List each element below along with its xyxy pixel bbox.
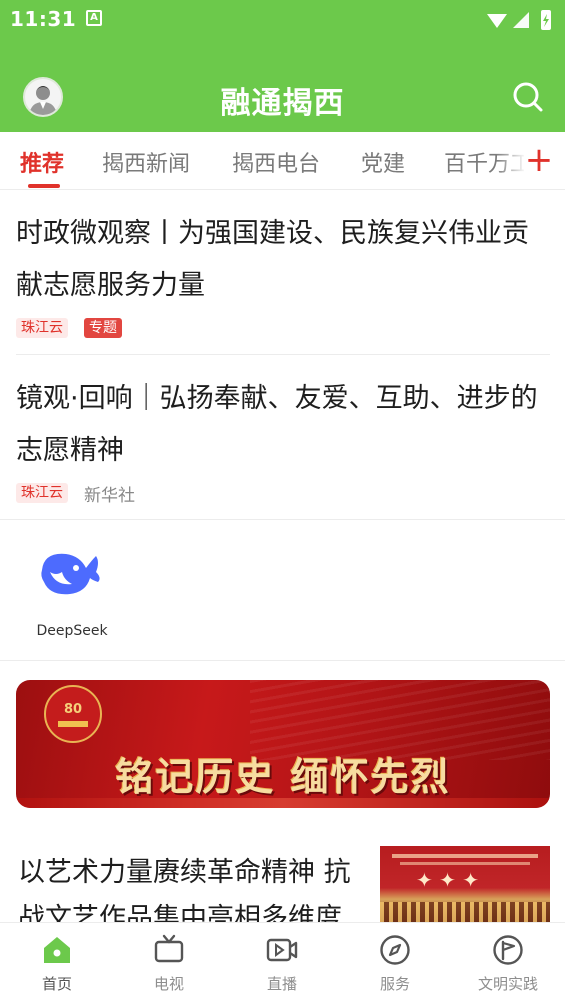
article-source: 新华社 xyxy=(84,485,135,506)
deepseek-whale-icon[interactable] xyxy=(36,542,106,608)
live-camera-icon xyxy=(266,938,298,962)
top-header: 11:31 A 融通揭西 xyxy=(0,0,565,132)
article-meta: 珠江云 新华社 xyxy=(16,481,550,506)
article-item[interactable]: 镜观·回响｜弘扬奉献、友爱、互助、进步的志愿精神 珠江云 新华社 xyxy=(16,373,550,506)
compass-icon xyxy=(380,935,410,965)
nav-label: 直播 xyxy=(266,975,297,993)
signal-icon xyxy=(513,12,529,28)
wifi-icon xyxy=(487,14,507,28)
nav-label: 电视 xyxy=(153,975,184,993)
app-bar: 融通揭西 xyxy=(0,40,565,132)
home-icon xyxy=(44,937,70,963)
status-time: 11:31 xyxy=(10,7,77,31)
article-thumbnail[interactable]: ✦ ✦ ✦ xyxy=(380,846,550,922)
article-item[interactable]: 时政微观察丨为强国建设、民族复兴伟业贡献志愿服务力量 珠江云 专题 xyxy=(16,208,550,340)
channel-tabs: 推荐 揭西新闻 揭西电台 党建 百千万工 + xyxy=(0,132,565,190)
source-tag: 珠江云 xyxy=(16,483,68,503)
emblem-number: 80 xyxy=(63,702,83,717)
status-icons xyxy=(487,10,551,30)
nav-label: 首页 xyxy=(41,975,72,993)
thumb-calligraphy: ✦ ✦ ✦ xyxy=(416,868,479,892)
thumb-stage-lights xyxy=(380,902,550,922)
nav-home[interactable]: 首页 xyxy=(12,931,102,1001)
nav-service[interactable]: 服务 xyxy=(350,931,440,1001)
article-meta: 珠江云 专题 xyxy=(16,316,550,340)
anniversary-emblem-icon: 80 xyxy=(44,685,102,743)
article-title[interactable]: 以艺术力量赓续革命精神 抗战文艺作品集中亮相多维度 xyxy=(18,850,363,922)
tab-recommend[interactable]: 推荐 xyxy=(20,146,64,178)
tab-party-building[interactable]: 党建 xyxy=(361,146,405,178)
nav-live[interactable]: 直播 xyxy=(237,931,327,1001)
divider xyxy=(0,519,565,520)
article-title: 镜观·回响｜弘扬奉献、友爱、互助、进步的志愿精神 xyxy=(16,383,538,466)
active-tab-indicator xyxy=(28,184,60,188)
divider xyxy=(0,660,565,661)
article-title: 时政微观察丨为强国建设、民族复兴伟业贡献志愿服务力量 xyxy=(16,218,529,301)
tab-jiexi-news[interactable]: 揭西新闻 xyxy=(102,146,190,178)
divider xyxy=(16,354,550,355)
tab-jiexi-radio[interactable]: 揭西电台 xyxy=(232,146,320,178)
search-icon[interactable] xyxy=(511,80,545,114)
special-topic-badge: 专题 xyxy=(84,318,122,338)
deepseek-label[interactable]: DeepSeek xyxy=(30,623,114,639)
emblem-ribbon xyxy=(58,721,88,727)
nav-civilization[interactable]: 文明实践 xyxy=(463,931,553,1001)
thumb-banner-line xyxy=(400,862,530,865)
page-title: 融通揭西 xyxy=(220,86,345,121)
notification-icon: A xyxy=(86,10,102,26)
nav-label: 服务 xyxy=(379,975,410,993)
flag-circle-icon xyxy=(493,935,523,965)
tv-icon xyxy=(154,934,184,963)
banner-glow xyxy=(16,798,550,808)
source-tag: 珠江云 xyxy=(16,318,68,338)
promo-banner[interactable]: 80 铭记历史 缅怀先烈 xyxy=(16,680,550,808)
nav-tv[interactable]: 电视 xyxy=(124,931,214,1001)
tab-fade xyxy=(496,132,526,189)
status-bar: 11:31 A xyxy=(0,0,565,40)
bottom-navigation: 首页 电视 直播 服务 文明实践 xyxy=(0,922,565,1004)
banner-headline: 铭记历史 缅怀先烈 xyxy=(115,755,451,799)
thumb-banner-line xyxy=(392,854,538,858)
nav-label: 文明实践 xyxy=(477,975,538,993)
add-channel-icon[interactable]: + xyxy=(524,140,554,180)
